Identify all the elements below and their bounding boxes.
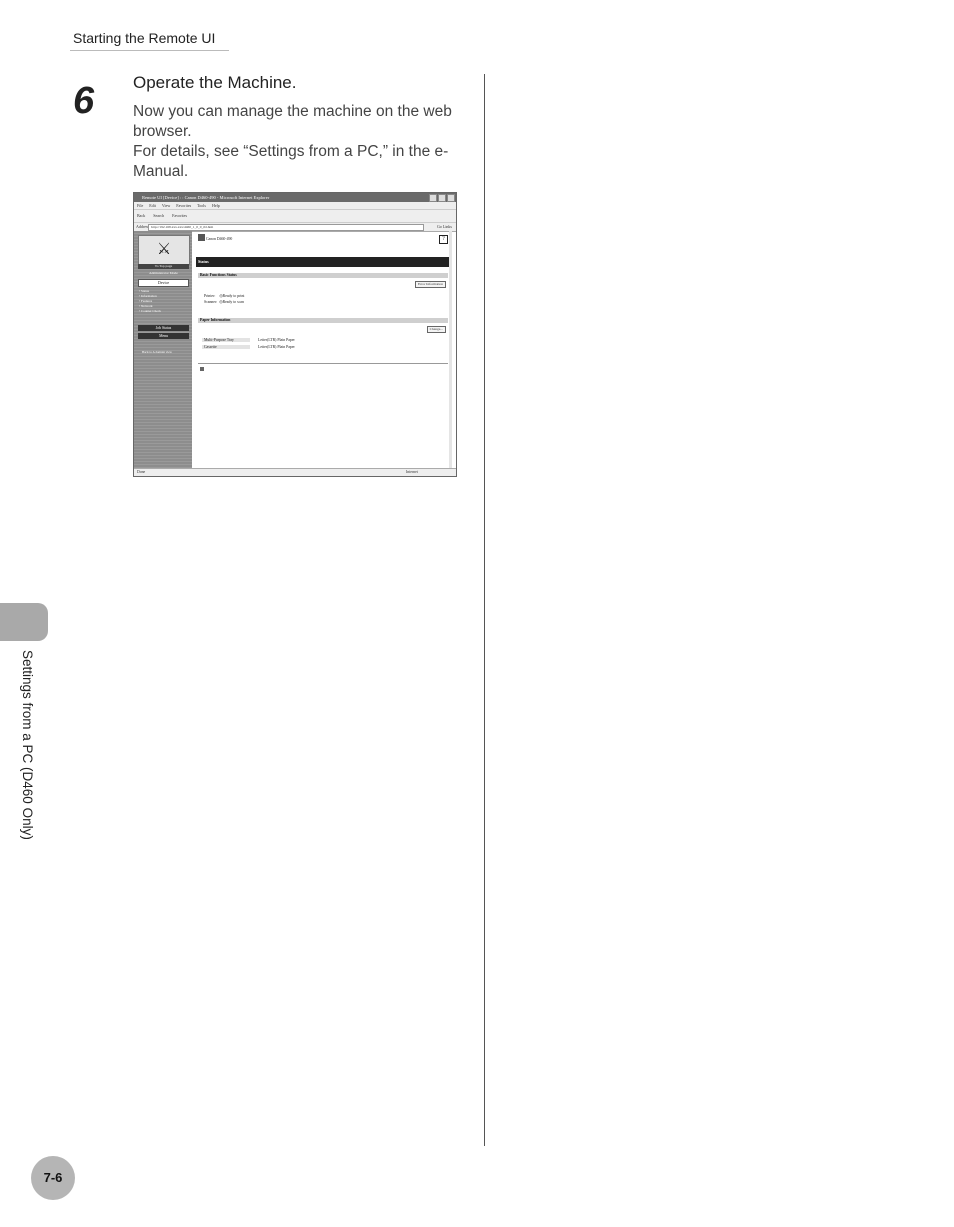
status-zone: Internet	[406, 470, 418, 474]
column-divider	[484, 74, 485, 1146]
go-label: Go	[436, 224, 442, 229]
chapter-tab-label: Settings from a PC (D460 Only)	[20, 650, 35, 840]
nav-note: Back to A domain view	[142, 350, 172, 354]
step-body-line-2: For details, see “Settings from a PC,” i…	[133, 143, 449, 180]
paper-type: Letter(LTR) Plain Paper	[258, 338, 295, 342]
links-label: Links	[442, 224, 452, 229]
change-button: Change...	[426, 326, 446, 333]
status-done: Done	[137, 470, 146, 474]
paper-type: Letter(LTR) Plain Paper	[258, 345, 295, 349]
back-button: Back	[137, 213, 146, 218]
step-body-line-1: Now you can manage the machine on the we…	[133, 103, 452, 140]
error-information-button: Error Information	[415, 281, 446, 288]
main-panel: Canon D460-490 ? Status Basic Functions …	[194, 231, 452, 469]
menu-view: View	[161, 203, 171, 208]
paper-source: Multi-Purpose Tray	[202, 338, 250, 342]
nav-device: Device	[138, 279, 189, 287]
window-title: Remote UI [Device] : : Canon D460-490 - …	[142, 195, 270, 200]
running-header: Starting the Remote UI	[73, 30, 216, 46]
paper-source: Cassette	[202, 345, 250, 349]
browser-content: ⚔ To Top page Administrator Mode Device …	[134, 231, 456, 469]
nav-link-network-label: Network	[140, 304, 153, 308]
content-divider	[198, 363, 448, 364]
nav-link-status-label: Status	[140, 289, 150, 293]
scanner-label: Scanner:	[204, 300, 218, 304]
device-name: Canon D460-490	[206, 237, 233, 241]
printer-icon	[198, 234, 205, 241]
paper-row: Multi-Purpose Tray Letter(LTR) Plain Pap…	[202, 338, 295, 342]
favorites-button: Favorites	[172, 213, 187, 218]
page-number: 7-6	[31, 1156, 75, 1200]
nav-link-features-label: Features	[140, 299, 153, 303]
menu-favorites: Favorites	[176, 203, 192, 208]
nav-link-counter-label: Counter Check	[140, 309, 161, 313]
close-icon	[447, 194, 455, 202]
scrollbar	[449, 231, 452, 469]
nav-links: • Status • Information • Features • Netw…	[139, 289, 161, 314]
maximize-icon	[438, 194, 446, 202]
nav-admin-mode: Administrator Mode	[149, 271, 178, 275]
chapter-tab	[0, 603, 48, 641]
nav-job-status: Job Status	[138, 325, 189, 331]
step-number: 6	[73, 80, 94, 122]
scanner-value: Ready to scan	[222, 300, 244, 304]
help-icon: ?	[439, 235, 448, 244]
step-body: Now you can manage the machine on the we…	[133, 102, 463, 182]
minimize-icon	[429, 194, 437, 202]
nav-top-page: To Top page	[138, 264, 189, 269]
menu-file: File	[137, 203, 144, 208]
step-title: Operate the Machine.	[133, 73, 297, 92]
browser-menubar: File Edit View Favorites Tools Help	[134, 202, 456, 210]
printer-status: Printer: ◎Ready to print	[204, 293, 244, 298]
paper-row: Cassette Letter(LTR) Plain Paper	[202, 345, 295, 349]
scanner-status: Scanner: ◎Ready to scan	[204, 299, 244, 304]
address-field: http://192.168.xxx.xxx/d460_1_0_0_tbl.ht…	[148, 224, 424, 231]
remote-ui-screenshot: Remote UI [Device] : : Canon D460-490 - …	[133, 192, 457, 477]
menu-tools: Tools	[197, 203, 206, 208]
remote-ui-logo-icon: ⚔	[138, 235, 190, 265]
nav-link-information-label: Information	[140, 294, 157, 298]
basic-functions-heading: Basic Functions Status	[198, 273, 448, 278]
browser-statusbar: Done Internet	[134, 468, 456, 476]
paper-information-heading: Paper Information	[198, 318, 448, 323]
printer-label: Printer:	[204, 294, 216, 298]
left-nav: ⚔ To Top page Administrator Mode Device …	[134, 231, 192, 469]
header-rule	[70, 50, 229, 51]
page-top-icon	[200, 367, 204, 371]
browser-titlebar: Remote UI [Device] : : Canon D460-490 - …	[134, 193, 456, 202]
menu-help: Help	[211, 203, 220, 208]
browser-toolbar: Back Search Favorites	[134, 210, 456, 223]
nav-link-counter: • Counter Check	[139, 309, 161, 313]
status-heading: Status	[196, 257, 450, 267]
printer-value: Ready to print	[222, 294, 245, 298]
menu-edit: Edit	[149, 203, 156, 208]
go-button: Go Links	[437, 223, 452, 231]
search-button: Search	[153, 213, 165, 218]
nav-menu: Menu	[138, 333, 189, 339]
